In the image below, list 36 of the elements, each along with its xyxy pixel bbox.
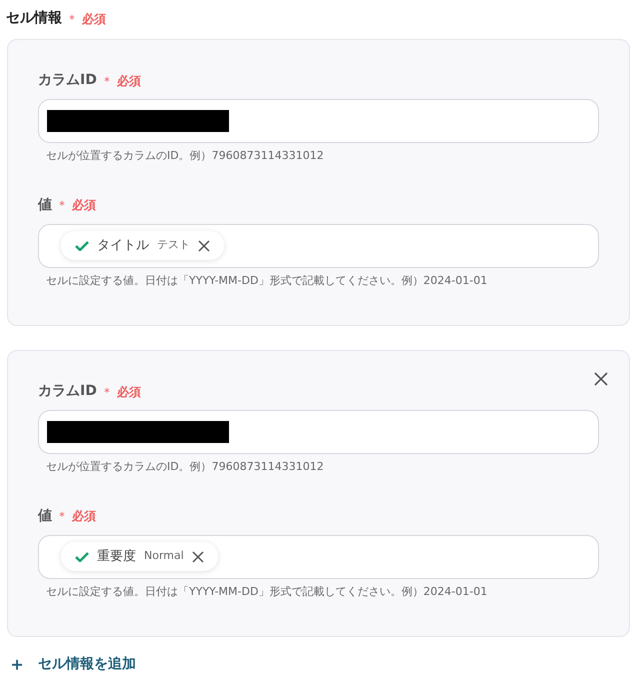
plus-icon: ＋ [8,651,26,678]
close-icon [593,371,609,387]
chip-name: タイトル [97,236,149,255]
field-label: 値 [38,506,52,526]
remove-icon[interactable] [192,550,204,562]
chip-sample: Normal [144,548,184,564]
chip-name: 重要度 [97,548,136,566]
required-mark: ＊ [56,197,68,214]
variable-chip[interactable]: 重要度 Normal [61,542,218,572]
help-text: セルに設定する値。日付は「YYYY-MM-DD」形式で記載してください。例）2024-01-01 [45,272,488,288]
field-label: 値 [38,196,52,214]
field-label: カラムID [38,382,97,401]
required-mark: ＊ [100,384,113,400]
field-label: カラムID [38,71,97,90]
remove-icon[interactable] [198,240,210,252]
add-cell-button[interactable]: ＋ セル情報を追加 [8,651,136,678]
required-label: 必須 [82,10,106,28]
required-mark: ＊ [66,10,78,28]
chip-sample: テスト [157,237,190,254]
required-mark: ＊ [56,508,68,525]
required-label: 必須 [72,197,96,214]
input-field[interactable] [38,99,599,143]
help-text: セルが位置するカラムのID。例）7960873114331012 [45,459,325,475]
check-icon [75,552,89,562]
help-text: セルが位置するカラムのID。例）7960873114331012 [45,148,325,164]
variable-chip[interactable]: タイトル テスト [61,230,224,260]
required-label: 必須 [116,384,141,400]
input-field[interactable]: 重要度 Normal [38,534,599,578]
required-label: 必須 [116,72,141,90]
input-field[interactable] [38,410,599,454]
check-icon [75,240,89,250]
required-label: 必須 [72,508,96,525]
help-text: セルに設定する値。日付は「YYYY-MM-DD」形式で記載してください。例）2024-01-01 [45,584,488,600]
required-mark: ＊ [100,72,113,90]
section-title: セル情報 [6,9,62,28]
input-field[interactable]: タイトル テスト [38,224,599,268]
